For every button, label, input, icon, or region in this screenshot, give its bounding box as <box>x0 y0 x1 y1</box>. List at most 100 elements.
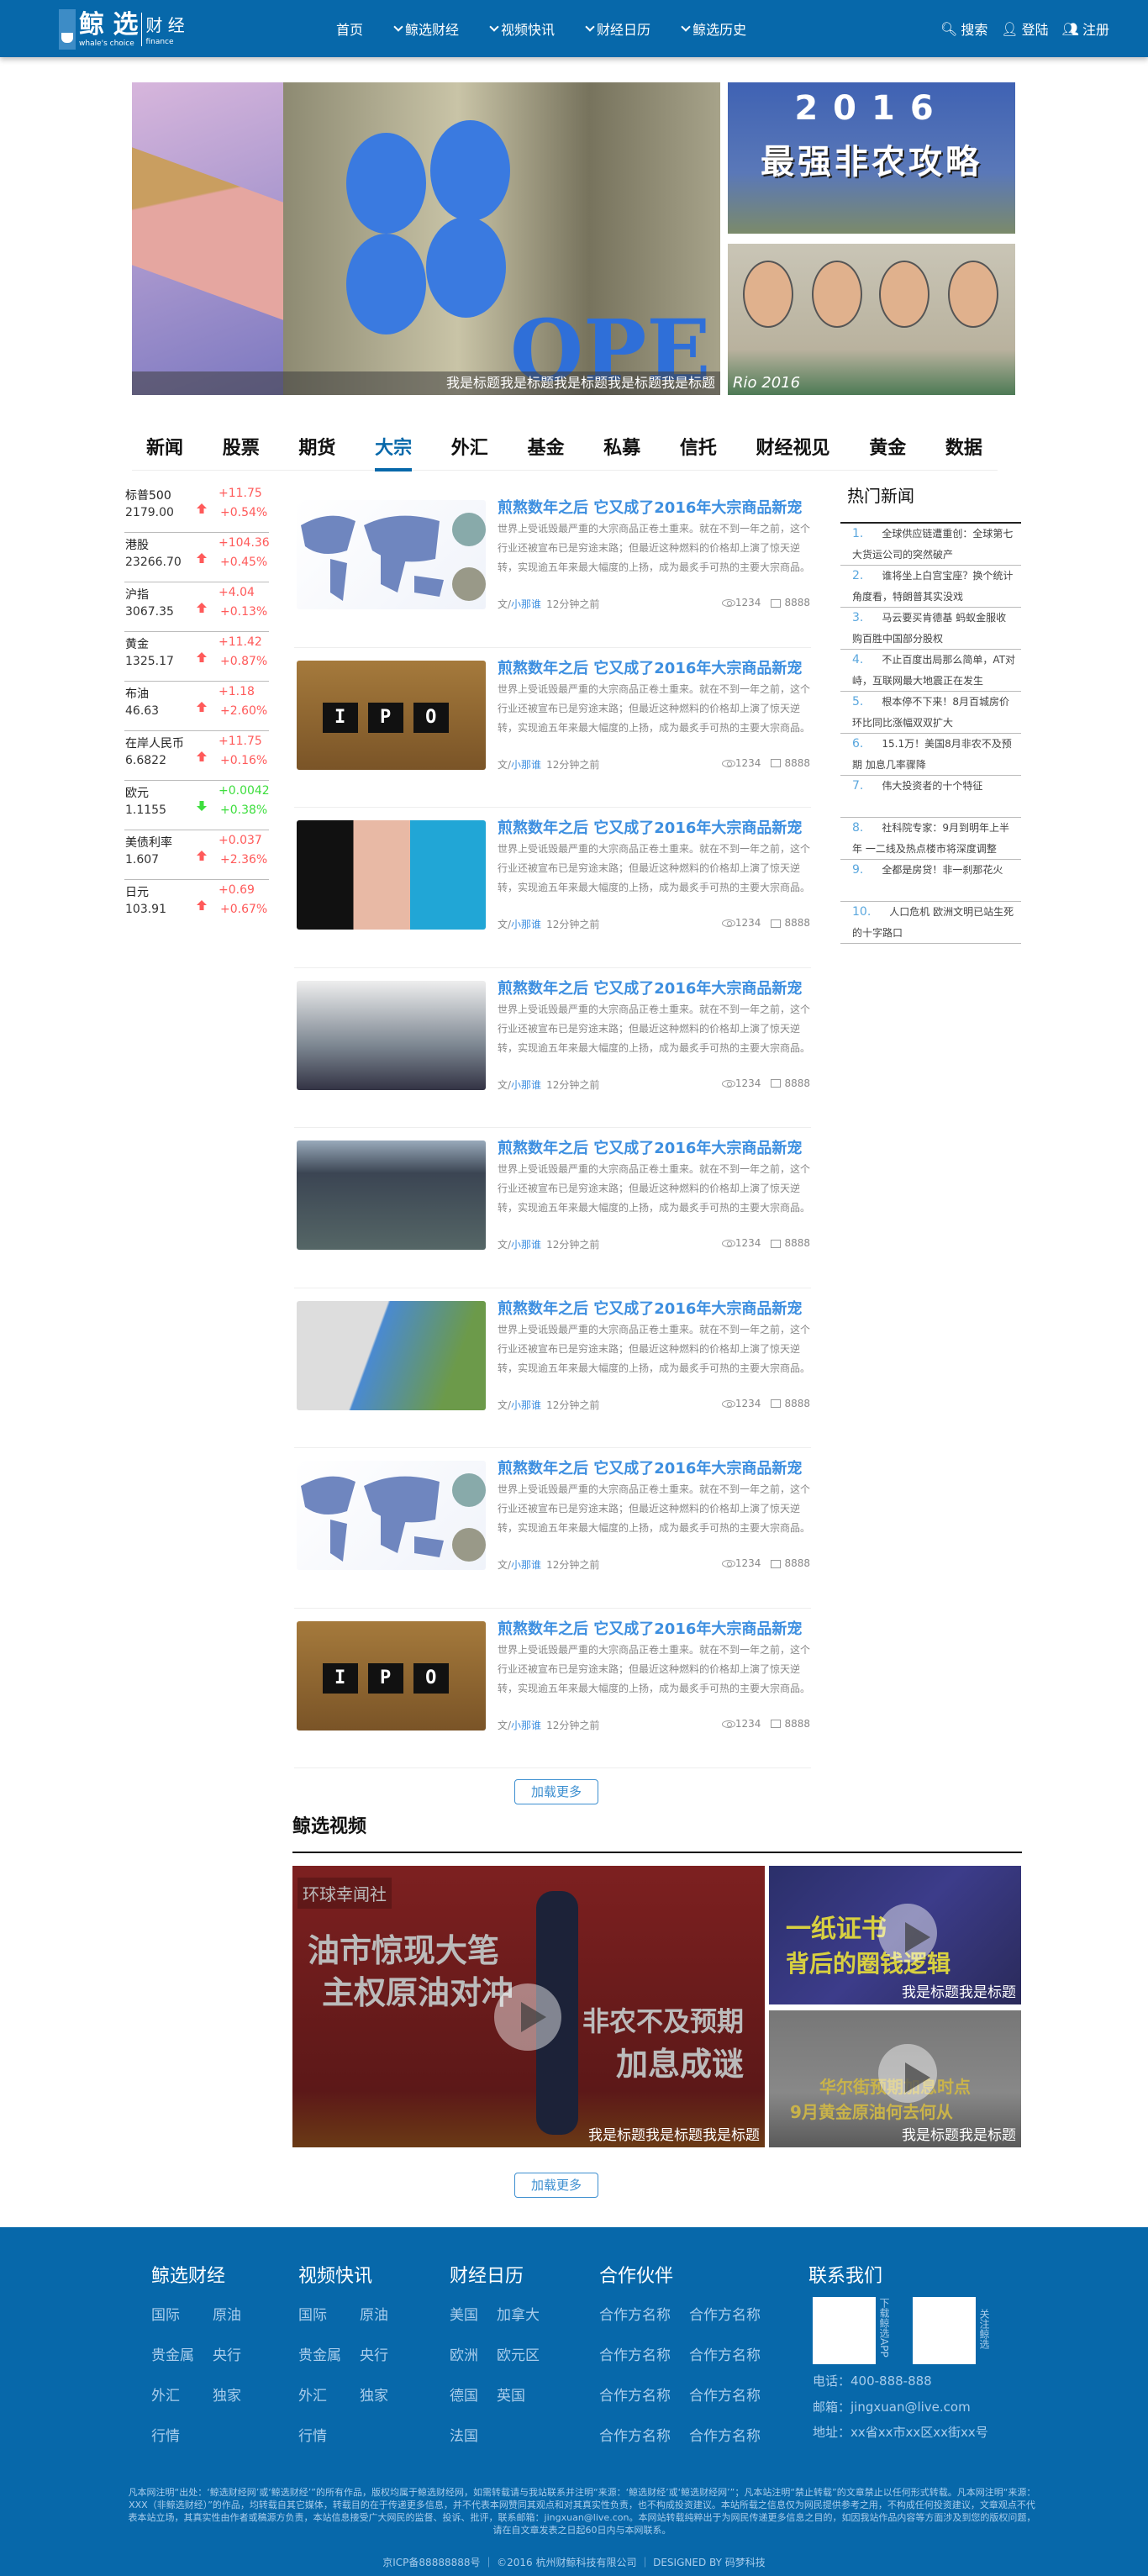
ticker-row[interactable]: 布油 46.63 +1.18 +2.60% <box>124 682 269 731</box>
side-banner-nonfarm[interactable]: 2016 最强非农攻略 <box>728 82 1015 234</box>
footer-link[interactable]: 英国 <box>497 2384 540 2424</box>
ticker-row[interactable]: 在岸人民币 6.6822 +11.75 +0.16% <box>124 731 269 781</box>
article-thumbnail[interactable] <box>297 1461 486 1570</box>
hot-news-item[interactable]: 9. 全都是房贷！非一刹那花火 <box>840 860 1021 902</box>
load-more-articles-button[interactable]: 加载更多 <box>514 1779 598 1804</box>
article-title[interactable]: 煎熬数年之后 它又成了2016年大宗商品新宠 <box>498 1136 802 1158</box>
register-button[interactable]: 👥︎ 注册 <box>1062 18 1109 39</box>
comments-count[interactable]: 8888 <box>771 917 810 929</box>
article-title[interactable]: 煎熬数年之后 它又成了2016年大宗商品新宠 <box>498 1617 802 1639</box>
article-author[interactable]: 小那谁 <box>511 1079 541 1091</box>
footer-link[interactable]: 合作方名称 <box>689 2343 761 2384</box>
hot-news-item[interactable]: 8. 社科院专家：9月到明年上半年 一二线及热点楼市将深度调整 <box>840 818 1021 860</box>
play-icon[interactable] <box>494 1983 561 2051</box>
footer-link[interactable]: 合作方名称 <box>689 2303 761 2343</box>
footer-link[interactable]: 央行 <box>213 2343 241 2384</box>
article-author[interactable]: 小那谁 <box>511 1559 541 1571</box>
comments-count[interactable]: 8888 <box>771 1398 810 1409</box>
hot-news-item[interactable]: 6. 15.1万！美国8月非农不及预期 加息几率骤降 <box>840 734 1021 776</box>
tab-item[interactable]: 私募 <box>603 429 640 471</box>
nav-item[interactable]: 视频快讯 <box>489 18 555 39</box>
tab-item[interactable]: 新闻 <box>146 429 183 471</box>
article-title[interactable]: 煎熬数年之后 它又成了2016年大宗商品新宠 <box>498 656 802 678</box>
ticker-row[interactable]: 欧元 1.1155 +0.0042 +0.38% <box>124 781 270 830</box>
tab-item[interactable]: 信托 <box>680 429 717 471</box>
tab-item[interactable]: 外汇 <box>451 429 488 471</box>
nav-item[interactable]: 首页 <box>336 18 363 39</box>
footer-link[interactable]: 德国 <box>450 2384 478 2424</box>
video-card[interactable]: 华尔街预期加息时点 9月黄金原油何去何从 我是标题我是标题 <box>769 2010 1021 2147</box>
article-title[interactable]: 煎熬数年之后 它又成了2016年大宗商品新宠 <box>498 816 802 838</box>
article-thumbnail[interactable] <box>297 500 486 609</box>
hot-news-item[interactable]: 5. 根本停不下来！8月百城房价环比同比涨幅双双扩大 <box>840 692 1021 734</box>
footer-link[interactable]: 独家 <box>213 2384 241 2424</box>
hot-news-item[interactable]: 7. 伟大投资者的十个特征 <box>840 776 1021 818</box>
footer-link[interactable]: 国际 <box>151 2303 194 2343</box>
tab-item[interactable]: 基金 <box>527 429 564 471</box>
tab-item[interactable]: 数据 <box>945 429 982 471</box>
nav-item[interactable]: 鲸选财经 <box>393 18 459 39</box>
tab-item[interactable]: 股票 <box>223 429 260 471</box>
hot-news-item[interactable]: 3. 马云要买肯德基 蚂蚁金服收购百胜中国部分股权 <box>840 608 1021 650</box>
ticker-row[interactable]: 黄金 1325.17 +11.42 +0.87% <box>124 632 269 682</box>
article-thumbnail[interactable] <box>297 820 486 930</box>
footer-link[interactable]: 欧洲 <box>450 2343 478 2384</box>
hero-carousel[interactable]: OPE 我是标题我是标题我是标题我是标题我是标题 <box>132 82 720 395</box>
article-title[interactable]: 煎熬数年之后 它又成了2016年大宗商品新宠 <box>498 1297 802 1319</box>
footer-link[interactable]: 欧元区 <box>497 2343 540 2384</box>
footer-link[interactable]: 央行 <box>360 2343 388 2384</box>
footer-link[interactable]: 国际 <box>298 2303 341 2343</box>
footer-link[interactable]: 合作方名称 <box>689 2424 761 2464</box>
ticker-row[interactable]: 沪指 3067.35 +4.04 +0.13% <box>124 582 269 632</box>
article-author[interactable]: 小那谁 <box>511 1720 541 1731</box>
hot-news-item[interactable]: 4. 不止百度出局那么简单，AT对峙，互联网最大地震正在发生 <box>840 650 1021 692</box>
site-logo[interactable]: 鲸 选 whale's choice 财 经 finance <box>59 8 185 50</box>
footer-link[interactable]: 合作方名称 <box>599 2384 671 2424</box>
footer-link[interactable]: 行情 <box>298 2424 341 2464</box>
article-thumbnail[interactable] <box>297 980 486 1090</box>
article-author[interactable]: 小那谁 <box>511 1239 541 1251</box>
video-card[interactable]: 一纸证书 背后的圈钱逻辑 我是标题我是标题 <box>769 1866 1021 2004</box>
qr-code-app[interactable] <box>813 2297 876 2364</box>
search-button[interactable]: 🔍︎ 搜索 <box>940 18 987 39</box>
banner-caption[interactable]: 我是标题我是标题我是标题我是标题我是标题 <box>132 371 720 395</box>
article-author[interactable]: 小那谁 <box>511 759 541 771</box>
hot-news-item[interactable]: 2. 谁将坐上白宫宝座？换个统计角度看，特朗普其实没戏 <box>840 566 1021 608</box>
login-button[interactable]: 👤︎ 登陆 <box>1001 18 1048 39</box>
footer-link[interactable]: 加拿大 <box>497 2303 540 2343</box>
ticker-row[interactable]: 日元 103.91 +0.69 +0.67% <box>124 880 269 930</box>
footer-link[interactable]: 外汇 <box>298 2384 341 2424</box>
footer-link[interactable]: 行情 <box>151 2424 194 2464</box>
footer-link[interactable]: 原油 <box>360 2303 388 2343</box>
nav-item[interactable]: 鲸选历史 <box>681 18 746 39</box>
footer-link[interactable]: 外汇 <box>151 2384 194 2424</box>
article-title[interactable]: 煎熬数年之后 它又成了2016年大宗商品新宠 <box>498 1457 802 1478</box>
qr-code-wechat[interactable] <box>913 2297 976 2364</box>
play-icon[interactable] <box>878 2044 937 2103</box>
comments-count[interactable]: 8888 <box>771 757 810 769</box>
article-author[interactable]: 小那谁 <box>511 919 541 930</box>
ticker-row[interactable]: 美债利率 1.607 +0.037 +2.36% <box>124 830 269 880</box>
nav-item[interactable]: 财经日历 <box>585 18 650 39</box>
footer-link[interactable]: 美国 <box>450 2303 478 2343</box>
article-thumbnail[interactable]: IPO <box>297 1620 486 1731</box>
footer-link[interactable]: 贵金属 <box>298 2343 341 2384</box>
comments-count[interactable]: 8888 <box>771 1237 810 1249</box>
side-banner-rio[interactable]: Rio 2016 <box>728 244 1015 395</box>
footer-link[interactable]: 原油 <box>213 2303 241 2343</box>
comments-count[interactable]: 8888 <box>771 597 810 608</box>
ticker-row[interactable]: 港股 23266.70 +104.36 +0.45% <box>124 533 270 582</box>
footer-link[interactable]: 独家 <box>360 2384 388 2424</box>
article-thumbnail[interactable]: IPO <box>297 660 486 770</box>
article-author[interactable]: 小那谁 <box>511 1399 541 1411</box>
hot-news-item[interactable]: 10. 人口危机 欧洲文明已站生死 的十字路口 <box>840 902 1021 944</box>
article-title[interactable]: 煎熬数年之后 它又成了2016年大宗商品新宠 <box>498 496 802 518</box>
tab-item[interactable]: 黄金 <box>869 429 906 471</box>
footer-link[interactable]: 合作方名称 <box>599 2343 671 2384</box>
footer-link[interactable]: 合作方名称 <box>599 2303 671 2343</box>
ticker-row[interactable]: 标普500 2179.00 +11.75 +0.54% <box>124 483 269 533</box>
comments-count[interactable]: 8888 <box>771 1557 810 1569</box>
tab-item[interactable]: 大宗 <box>375 429 413 471</box>
footer-link[interactable]: 合作方名称 <box>689 2384 761 2424</box>
article-thumbnail[interactable] <box>297 1300 486 1410</box>
